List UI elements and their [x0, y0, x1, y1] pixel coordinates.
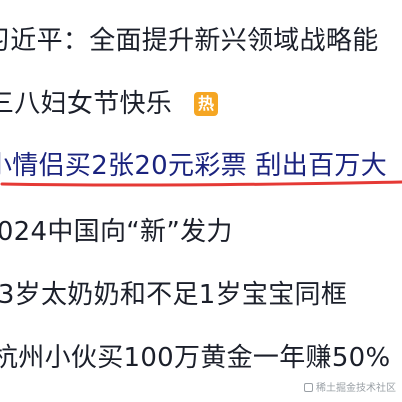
trending-item-title: 小情侣买2张20元彩票 刮出百万大 [0, 151, 387, 181]
watermark-text: 稀土掘金技术社区 [316, 383, 396, 394]
trending-item-5[interactable]: 93岁太奶奶和不足1岁宝宝同框 [0, 275, 402, 315]
trending-item-title: 杭州小伙买100万黄金一年赚50% [0, 343, 391, 373]
watermark: 稀土掘金技术社区 [304, 379, 396, 394]
trending-item-6[interactable]: 杭州小伙买100万黄金一年赚50% [0, 338, 402, 378]
trending-item-title: 2024中国向“新”发力 [0, 217, 233, 247]
trending-search-list: 习近平：全面提升新兴领域战略能 三八妇女节快乐 热 小情侣买2张20元彩票 刮出… [0, 0, 402, 402]
hot-badge: 热 [194, 92, 218, 116]
trending-item-3[interactable]: 小情侣买2张20元彩票 刮出百万大 [0, 146, 402, 186]
juejin-logo-icon [304, 383, 313, 392]
trending-item-2[interactable]: 三八妇女节快乐 热 [0, 84, 402, 124]
trending-item-4[interactable]: 2024中国向“新”发力 [0, 212, 402, 252]
trending-item-title: 93岁太奶奶和不足1岁宝宝同框 [0, 280, 348, 310]
trending-item-1[interactable]: 习近平：全面提升新兴领域战略能 [0, 21, 402, 61]
trending-item-title: 三八妇女节快乐 [0, 89, 173, 119]
trending-item-title: 习近平：全面提升新兴领域战略能 [0, 26, 379, 56]
